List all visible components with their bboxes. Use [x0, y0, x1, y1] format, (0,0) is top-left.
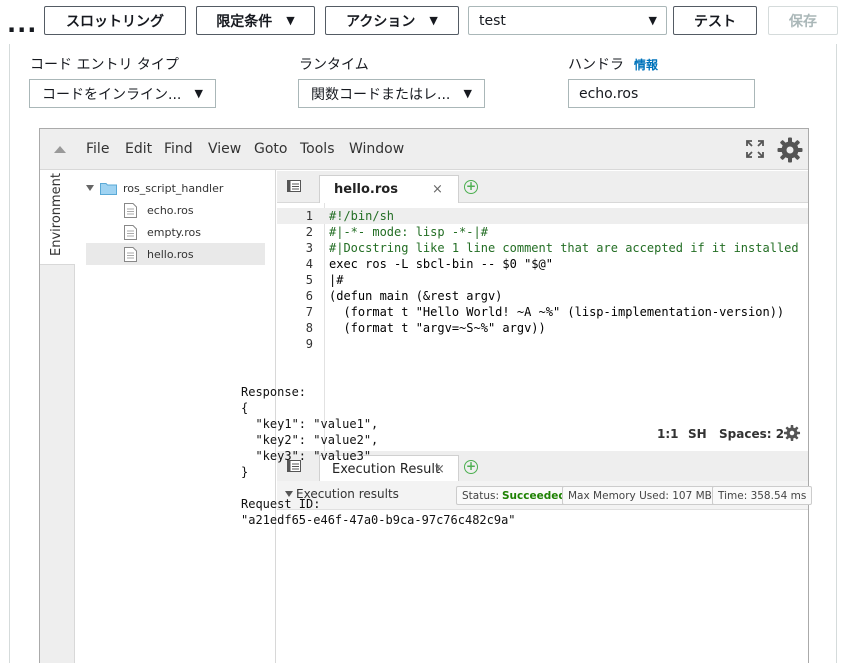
save-button[interactable]: 保存 — [768, 6, 838, 35]
qualifier-dropdown[interactable]: 限定条件 ▼ — [196, 6, 315, 35]
tree-file[interactable]: empty.ros — [124, 221, 201, 243]
execution-output: Response: { "key1": "value1", "key2": "v… — [241, 385, 516, 527]
tree-file-selected[interactable]: hello.ros — [86, 243, 265, 265]
line-number: 7 — [305, 305, 313, 319]
code-entry-type-label: コード エントリ タイプ — [30, 57, 179, 73]
runtime-value: 関数コードまたはレ... — [311, 86, 451, 103]
handler-info-link[interactable]: 情報 — [634, 58, 658, 72]
code-line: exec ros -L sbcl-bin -- $0 "$@" — [329, 257, 553, 271]
add-tab-icon[interactable]: + — [464, 180, 478, 194]
code-line: (defun main (&rest argv) — [329, 289, 503, 303]
cursor-position[interactable]: 1:1 — [657, 427, 679, 441]
panel-border-right — [836, 44, 837, 663]
runtime-label: ランタイム — [299, 57, 369, 73]
line-number: 9 — [305, 337, 313, 351]
syntax-mode[interactable]: SH — [688, 427, 707, 441]
file-icon — [124, 224, 137, 240]
test-button[interactable]: テスト — [673, 6, 757, 35]
ide-menubar: File Edit Find View Goto Tools Window — [40, 129, 808, 170]
caret-down-icon: ▼ — [429, 14, 438, 27]
editor-settings-gear-icon[interactable] — [783, 424, 801, 442]
line-number: 4 — [305, 257, 313, 271]
menu-edit[interactable]: Edit — [125, 141, 152, 157]
settings-gear-icon[interactable] — [776, 136, 804, 164]
line-number: 3 — [305, 241, 313, 255]
tree-folder[interactable]: ros_script_handler — [86, 177, 223, 199]
menu-find[interactable]: Find — [164, 141, 193, 157]
tab-hello-ros[interactable]: hello.ros × — [319, 175, 459, 203]
code-line: #|-*- mode: lisp -*-|# — [329, 225, 488, 239]
test-label: テスト — [694, 13, 736, 30]
actions-label: アクション — [346, 13, 416, 30]
caret-down-icon: ▼ — [286, 14, 295, 27]
folder-icon — [100, 182, 117, 195]
close-icon[interactable]: × — [432, 182, 443, 197]
code-line: #!/bin/sh — [329, 209, 395, 223]
environment-tab[interactable]: Environment — [40, 170, 75, 265]
file-icon — [124, 246, 137, 262]
code-entry-type-select[interactable]: コードをインライン... ▼ — [29, 79, 216, 108]
file-icon — [124, 202, 137, 218]
test-event-select[interactable]: test ▼ — [468, 6, 667, 35]
menu-window[interactable]: Window — [349, 141, 404, 157]
line-number: 1 — [305, 209, 313, 223]
line-number: 8 — [305, 321, 313, 335]
environment-strip: Environment — [40, 170, 75, 663]
menu-goto[interactable]: Goto — [254, 141, 287, 157]
panel-border-left — [9, 44, 10, 663]
tab-menu-icon[interactable] — [287, 180, 301, 192]
menu-file[interactable]: File — [86, 141, 109, 157]
save-label: 保存 — [789, 13, 817, 30]
more-options-icon[interactable]: ... — [7, 12, 37, 36]
tree-file[interactable]: echo.ros — [124, 199, 194, 221]
caret-down-icon: ▼ — [648, 14, 657, 27]
code-line: #|Docstring like 1 line comment that are… — [329, 241, 799, 255]
code-line: |# — [329, 273, 344, 287]
time-badge: Time: 358.54 ms — [712, 486, 813, 505]
file-name: empty.ros — [147, 225, 201, 239]
runtime-select[interactable]: 関数コードまたはレ... ▼ — [298, 79, 485, 108]
caret-down-icon[interactable] — [86, 185, 94, 191]
file-name: hello.ros — [147, 247, 194, 261]
environment-label: Environment — [49, 172, 64, 256]
handler-label-group: ハンドラ 情報 — [568, 54, 658, 74]
code-line: (format t "argv=~S~%" argv)) — [329, 321, 546, 335]
actions-dropdown[interactable]: アクション ▼ — [325, 6, 459, 35]
file-name: echo.ros — [147, 203, 194, 217]
throttle-button[interactable]: スロットリング — [44, 6, 186, 35]
handler-label: ハンドラ — [568, 57, 624, 73]
menu-view[interactable]: View — [208, 141, 241, 157]
handler-input[interactable]: echo.ros — [568, 79, 755, 108]
editor-tabbar: hello.ros × + — [277, 171, 808, 203]
caret-down-icon: ▼ — [463, 87, 472, 100]
code-line: (format t "Hello World! ~A ~%" (lisp-imp… — [329, 305, 785, 319]
qualifier-label: 限定条件 — [216, 13, 273, 30]
folder-name: ros_script_handler — [123, 181, 224, 195]
line-number: 6 — [305, 289, 313, 303]
collapse-up-icon[interactable] — [54, 146, 66, 153]
memory-badge: Max Memory Used: 107 MB — [562, 486, 718, 505]
throttle-label: スロットリング — [66, 13, 164, 30]
tab-label: hello.ros — [334, 182, 398, 197]
caret-down-icon: ▼ — [194, 87, 203, 100]
fullscreen-icon[interactable] — [745, 139, 765, 159]
page: ... スロットリング 限定条件 ▼ アクション ▼ test ▼ テスト 保存… — [0, 0, 854, 663]
menu-tools[interactable]: Tools — [300, 141, 335, 157]
test-event-value: test — [479, 12, 506, 29]
code-entry-type-value: コードをインライン... — [42, 86, 182, 103]
line-number: 5 — [305, 273, 313, 287]
indent-spaces[interactable]: Spaces: 2 — [719, 427, 784, 441]
line-number: 2 — [305, 225, 313, 239]
